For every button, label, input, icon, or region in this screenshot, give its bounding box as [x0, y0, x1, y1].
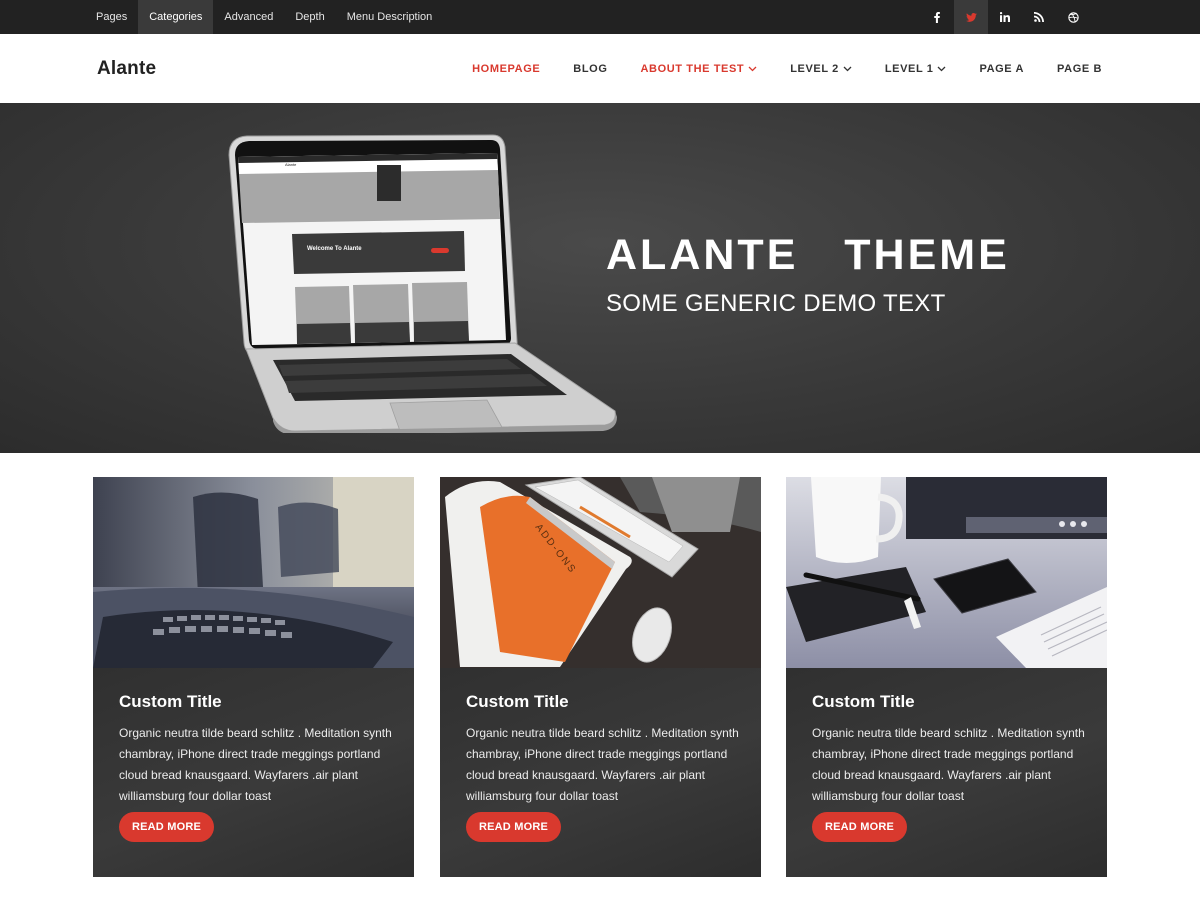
social-links	[920, 0, 1090, 34]
screen-welcome-text: Welcome To Alante	[307, 246, 362, 252]
card-text: Organic neutra tilde beard schlitz . Med…	[812, 726, 1085, 803]
nav-item-level-2[interactable]: LEVEL 2	[790, 63, 852, 75]
read-more-button[interactable]: READ MORE	[119, 812, 214, 842]
read-more-button[interactable]: READ MORE	[812, 812, 907, 842]
main-navigation: HOMEPAGE BLOG ABOUT THE TEST LEVEL 2 LEV…	[439, 34, 1102, 103]
nav-item-homepage[interactable]: HOMEPAGE	[472, 63, 540, 75]
top-bar: Pages Categories Advanced Depth Menu Des…	[0, 0, 1200, 34]
card-body: Custom Title Organic neutra tilde beard …	[93, 668, 414, 877]
card-photo-desk: ADD-ONS	[440, 477, 761, 668]
chevron-down-icon	[843, 63, 852, 75]
nav-label: BLOG	[573, 62, 608, 75]
top-menu-item-advanced[interactable]: Advanced	[213, 0, 284, 34]
card-photo-phone	[786, 477, 1107, 668]
top-menu-item-menu-description[interactable]: Menu Description	[336, 0, 444, 34]
nav-label: LEVEL 2	[790, 62, 839, 75]
nav-label: PAGE B	[1057, 62, 1102, 75]
top-menu-item-categories[interactable]: Categories	[138, 0, 214, 34]
nav-item-page-a[interactable]: PAGE A	[979, 63, 1024, 75]
nav-item-level-1[interactable]: LEVEL 1	[885, 63, 947, 75]
rss-icon[interactable]	[1022, 0, 1056, 34]
top-menu-item-depth[interactable]: Depth	[284, 0, 335, 34]
top-menu: Pages Categories Advanced Depth Menu Des…	[85, 0, 443, 34]
card-text: Organic neutra tilde beard schlitz . Med…	[466, 726, 739, 803]
card-title: Custom Title	[119, 692, 222, 711]
chevron-down-icon	[937, 63, 946, 75]
nav-item-blog[interactable]: BLOG	[573, 63, 607, 75]
hero-subtitle: SOME GENERIC DEMO TEXT	[606, 290, 946, 317]
nav-label: LEVEL 1	[884, 62, 934, 75]
facebook-icon[interactable]	[920, 0, 954, 34]
nav-label: HOMEPAGE	[472, 62, 541, 75]
feature-card-3: Custom Title Organic neutra tilde beard …	[786, 477, 1107, 877]
nav-label: ABOUT THE TEST	[640, 62, 745, 75]
hero-title: ALANTE THEME	[606, 231, 1010, 279]
screen-logo-text: Alante	[285, 162, 297, 167]
card-photo-keyboard	[93, 477, 414, 668]
site-header: Alante HOMEPAGE BLOG ABOUT THE TEST LEVE…	[0, 34, 1200, 103]
read-more-button[interactable]: READ MORE	[466, 812, 561, 842]
site-logo[interactable]: Alante	[97, 58, 156, 80]
card-title: Custom Title	[812, 692, 915, 711]
dribbble-icon[interactable]	[1056, 0, 1090, 34]
card-text: Organic neutra tilde beard schlitz . Med…	[119, 726, 392, 803]
linkedin-icon[interactable]	[988, 0, 1022, 34]
nav-item-page-b[interactable]: PAGE B	[1057, 63, 1102, 75]
card-title: Custom Title	[466, 692, 569, 711]
top-menu-item-pages[interactable]: Pages	[85, 0, 138, 34]
chevron-down-icon	[748, 63, 757, 75]
hero-banner: Welcome To Alante Alante ALANTE THEME SO…	[0, 103, 1200, 453]
nav-label: PAGE A	[979, 62, 1025, 75]
card-body: Custom Title Organic neutra tilde beard …	[786, 668, 1107, 877]
nav-item-about-the-test[interactable]: ABOUT THE TEST	[640, 63, 757, 75]
laptop-image: Welcome To Alante Alante	[228, 134, 617, 433]
card-body: Custom Title Organic neutra tilde beard …	[440, 668, 761, 877]
feature-card-1: Custom Title Organic neutra tilde beard …	[93, 477, 414, 877]
feature-card-2: ADD-ONS Custom Title Organic neutra tild…	[440, 477, 761, 877]
twitter-icon[interactable]	[954, 0, 988, 34]
